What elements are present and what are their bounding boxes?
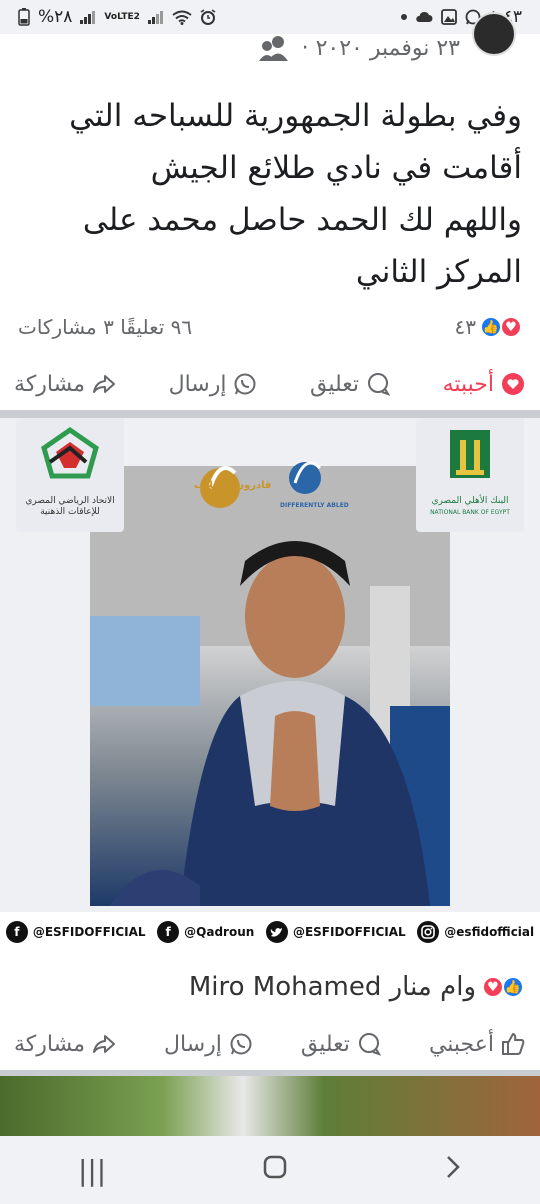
social-handle: @esfidofficial — [417, 921, 534, 943]
post-body: وفي بطولة الجمهورية للسباحه التي أقامت ف… — [12, 90, 522, 298]
qadroun-logo: قادرون باختلاف DIFFERENTLY ABLED — [180, 438, 360, 528]
facebook-icon: f — [157, 921, 180, 943]
thumbs-up-icon — [500, 1031, 526, 1057]
nbe-caption-arabic: البنك الأهلي المصري — [431, 496, 509, 506]
post-text-line: واللهم لك الحمد حاصل محمد على — [82, 202, 522, 238]
love-reaction-icon: ♥ — [500, 316, 522, 338]
status-left: %٢٨ VoLTE2 — [18, 7, 216, 27]
esfid-caption-line-1: الاتحاد الرياضي المصري — [25, 496, 115, 506]
status-bar: %٢٨ VoLTE2 ٨:٤٣ — [0, 0, 540, 34]
love-reaction-icon: ♥ — [482, 976, 504, 998]
comment-button-label: تعليق — [310, 371, 360, 397]
comment-icon — [365, 371, 391, 397]
share-button[interactable]: مشاركة — [14, 1031, 117, 1057]
back-button[interactable] — [444, 1154, 462, 1187]
love-button-label: أحببته — [442, 371, 494, 397]
post2-actions: أعجبني تعليق إرسال مشاركة — [0, 1018, 540, 1070]
signal-2-icon — [147, 10, 164, 24]
reactions-summary[interactable]: ♥ 👍 ٤٣ — [455, 315, 522, 339]
post-text-line: وفي بطولة الجمهورية للسباحه التي — [69, 98, 522, 134]
gallery-icon — [440, 9, 457, 25]
post2-reactors[interactable]: 👍 ♥ وام منار Miro Mohamed — [189, 962, 524, 1012]
post-actions: أحببته تعليق إرسال مشاركة — [0, 358, 540, 410]
post-header: ٢٣ نوفمبر ٢٠٢٠ · — [0, 12, 540, 84]
comment-icon — [356, 1031, 382, 1057]
like-reaction-icon: 👍 — [480, 316, 502, 338]
send-button[interactable]: إرسال — [169, 371, 259, 397]
whatsapp-icon — [232, 371, 258, 397]
home-button[interactable] — [262, 1154, 288, 1187]
next-post-photo[interactable] — [0, 1076, 540, 1136]
reactors-names: وام منار Miro Mohamed — [188, 972, 476, 1002]
nbe-logo: البنك الأهلي المصري NATIONAL BANK OF EGY… — [416, 418, 524, 532]
post-text-line: أقامت في نادي طلائع الجيش — [150, 150, 522, 186]
volte-label: VoLTE2 — [104, 11, 140, 22]
like-reaction-icon: 👍 — [502, 976, 524, 998]
battery-icon — [18, 8, 30, 26]
post-divider — [0, 410, 540, 418]
comment-button-label: تعليق — [300, 1031, 350, 1057]
comment-button[interactable]: تعليق — [301, 1031, 382, 1057]
social-handle: f @Qadroun — [157, 921, 254, 943]
social-handle-text: @Qadroun — [184, 925, 255, 939]
like-button-label: أعجبني — [428, 1031, 494, 1057]
facebook-icon: f — [5, 921, 28, 943]
share-button-label: مشاركة — [14, 1031, 86, 1057]
friends-icon — [258, 34, 292, 62]
heart-icon — [500, 371, 526, 397]
reactions-count: ٤٣ — [454, 315, 476, 339]
qadroun-arabic: قادرون باختلاف — [194, 480, 272, 491]
like-button[interactable]: أعجبني — [429, 1031, 526, 1057]
nbe-caption: البنك الأهلي المصري NATIONAL BANK OF EGY… — [416, 496, 524, 518]
image-social-footer: f @ESFIDOFFICIAL f @Qadroun @ESFIDOFFICI… — [0, 912, 540, 952]
love-button[interactable]: أحببته — [443, 371, 526, 397]
signal-icon — [80, 10, 96, 24]
comments-shares-count[interactable]: ٩٦ تعليقًا ٣ مشاركات — [18, 315, 192, 339]
cloud-icon — [415, 11, 433, 23]
alarm-icon — [200, 9, 216, 25]
social-handle-text: @ESFIDOFFICIAL — [32, 925, 146, 939]
social-handle: @ESFIDOFFICIAL — [265, 921, 406, 943]
swimmer-photo — [90, 466, 450, 906]
send-button-label: إرسال — [164, 1031, 222, 1057]
engagement-summary: ♥ 👍 ٤٣ ٩٦ تعليقًا ٣ مشاركات — [0, 308, 540, 346]
instagram-icon — [417, 921, 440, 943]
comment-button[interactable]: تعليق — [310, 371, 391, 397]
post-date[interactable]: ٢٣ نوفمبر ٢٠٢٠ · — [258, 34, 460, 62]
recent-apps-button[interactable]: ||| — [78, 1154, 106, 1187]
social-handle-text: @esfidofficial — [444, 925, 535, 939]
post-text-line: المركز الثاني — [355, 254, 522, 290]
esfid-caption: الاتحاد الرياضي المصري للإعاقات الذهنية — [16, 496, 124, 518]
battery-percent: %٢٨ — [38, 7, 73, 27]
nbe-caption-english: NATIONAL BANK OF EGYPT — [430, 509, 510, 516]
twitter-icon — [265, 921, 288, 943]
notification-dot-icon — [400, 14, 407, 20]
share-button-label: مشاركة — [14, 371, 86, 397]
share-button[interactable]: مشاركة — [14, 371, 117, 397]
social-handle: f @ESFIDOFFICIAL — [5, 921, 146, 943]
share-icon — [91, 371, 117, 397]
post-photo[interactable]: الاتحاد الرياضي المصري للإعاقات الذهنية … — [0, 418, 540, 952]
esfid-logo: الاتحاد الرياضي المصري للإعاقات الذهنية — [16, 418, 124, 532]
send-button-label: إرسال — [168, 371, 227, 397]
system-navbar: ||| — [0, 1136, 540, 1204]
wifi-icon — [172, 10, 192, 25]
whatsapp-icon — [228, 1031, 254, 1057]
qadroun-english: DIFFERENTLY ABLED — [280, 502, 349, 509]
esfid-caption-line-2: للإعاقات الذهنية — [40, 507, 100, 517]
share-icon — [91, 1031, 117, 1057]
avatar[interactable] — [472, 12, 516, 56]
send-button[interactable]: إرسال — [164, 1031, 254, 1057]
social-handle-text: @ESFIDOFFICIAL — [292, 925, 406, 939]
post-date-text: ٢٣ نوفمبر ٢٠٢٠ · — [301, 35, 460, 61]
